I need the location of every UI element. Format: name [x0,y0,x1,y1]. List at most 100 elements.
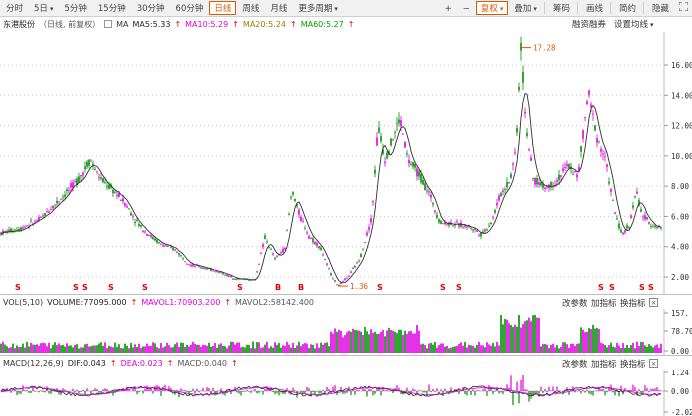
tab-intraday[interactable]: 分时 [1,1,28,15]
macd-chart[interactable]: 1.24 0.00 -2.02 [0,370,692,416]
vol-add-indicator-button[interactable]: 加指标 [591,297,617,309]
volume-bar [90,346,92,353]
candle-body [596,138,598,143]
volume-bar [544,344,546,353]
draw-line-button[interactable]: 画线 [581,1,608,15]
volume-bar [592,324,594,353]
tab-30min[interactable]: 30分钟 [132,1,170,15]
volume-bar [472,345,474,353]
volume-bar [40,343,42,353]
candle-body [438,219,440,223]
volume-bar [176,342,178,353]
macd-switch-indicator-button[interactable]: 换指标 [620,358,646,370]
volume-bar [510,325,512,353]
vol-title: VOL(5,10) [3,297,44,307]
volume-bar [610,342,612,353]
candle-body [134,221,136,224]
candle-body [470,227,472,229]
tab-60min[interactable]: 60分钟 [171,1,209,15]
volume-bar [0,343,2,353]
candle-body [276,255,278,257]
volume-bar [18,347,20,353]
volume-bar [516,326,518,353]
volume-chart[interactable]: 157. 78.70 0.00 [0,309,692,355]
vol-switch-indicator-button[interactable]: 换指标 [620,297,646,309]
volume-bar [458,343,460,353]
volume-bar [388,327,390,353]
candle-body [82,172,84,176]
sell-signal-marker: S [440,283,446,292]
vol-change-param-button[interactable]: 改参数 [562,297,588,309]
tab-monthly[interactable]: 月线 [265,1,292,15]
candle-body [592,113,594,115]
candle-body [286,229,288,231]
macd-close-icon[interactable]: × [649,359,658,368]
candle-body [38,217,40,221]
vol-close-icon[interactable]: × [649,298,658,307]
volume-bar [102,345,104,353]
candle-body [602,153,604,155]
candle-body [230,276,232,278]
volume-bar [92,345,94,353]
volume-bar [290,347,292,353]
volume-bar [122,348,124,353]
tab-5day[interactable]: 5日 [29,1,58,15]
arrow-up-icon: ↑ [130,297,138,307]
panel-divider [0,294,692,295]
candle-body [222,273,224,275]
candle-body [186,263,188,265]
volume-bar [540,346,542,353]
volume-bar [628,347,630,353]
volume-bar [174,344,176,353]
candle-body [586,101,588,105]
candle-body [594,125,596,131]
chip-distribution-button[interactable]: 筹码 [548,1,575,15]
volume-bar [594,328,596,353]
expand-icon[interactable] [675,1,692,15]
volume-bar [350,331,352,353]
volume-bar [396,333,398,353]
adjust-dropdown[interactable]: 复权 [475,1,509,15]
candle-body [108,184,110,189]
candle-body [354,265,356,268]
candle-body [374,169,376,174]
volume-bar [370,329,372,353]
volume-bar [224,346,226,353]
macd-change-param-button[interactable]: 改参数 [562,358,588,370]
tab-more-periods[interactable]: 更多周期 [293,1,343,15]
macd-add-indicator-button[interactable]: 加指标 [591,358,617,370]
candle-body [510,174,512,178]
hide-button[interactable]: 隐藏 [647,1,674,15]
tab-15min[interactable]: 15分钟 [93,1,131,15]
volume-bar [576,343,578,353]
zoom-out-button[interactable]: − [458,1,475,15]
volume-bar [538,318,540,353]
ma-settings-button[interactable]: 设置均线 [614,18,654,30]
candlestick-chart[interactable]: 17.281.36S S S S S S S S S S S S SB B 16.0014.0012.00… [0,32,692,294]
candle-body [368,227,370,230]
volume-bar [564,342,566,353]
volume-bar [346,332,348,353]
candle-body [124,203,126,206]
tab-weekly[interactable]: 周线 [237,1,264,15]
volume-bar [532,315,534,353]
candle-body [316,242,318,246]
tab-5min[interactable]: 5分钟 [59,1,91,15]
volume-bar [70,345,72,353]
sell-signal-marker: S [456,283,462,292]
volume-bar [530,321,532,353]
candle-body [588,90,590,96]
zoom-in-button[interactable]: + [440,1,457,15]
candle-body [600,148,602,152]
candle-body [268,247,270,248]
tab-daily[interactable]: 日线 [209,1,237,15]
candle-body [14,229,16,231]
info-icon[interactable] [104,20,113,28]
simple-mode-button[interactable]: 简约 [614,1,641,15]
margin-trading-button[interactable]: 融资融券 [572,18,606,30]
candle-body [516,128,518,133]
candle-body [164,245,166,247]
volume-bar [596,327,598,353]
candle-body [306,231,308,233]
overlay-dropdown[interactable]: 叠加 [509,1,542,15]
